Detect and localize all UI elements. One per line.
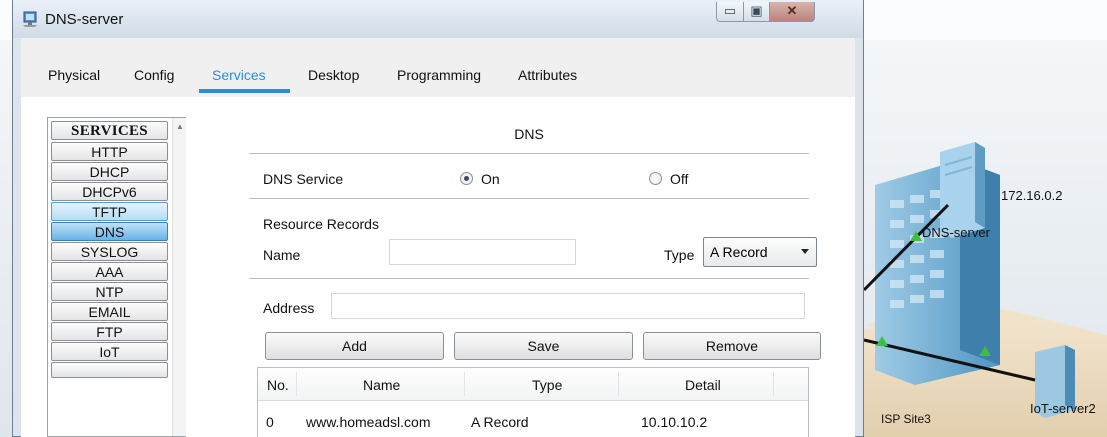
- type-select-value: A Record: [710, 244, 768, 260]
- record-name: www.homeadsl.com: [306, 414, 431, 430]
- services-scrollbar[interactable]: ▲: [172, 118, 186, 436]
- service-ntp[interactable]: NTP: [51, 282, 168, 301]
- tab-programming[interactable]: Programming: [397, 67, 481, 83]
- service-syslog[interactable]: SYSLOG: [51, 242, 168, 261]
- service-iot[interactable]: IoT: [51, 342, 168, 361]
- service-dhcpv6[interactable]: DHCPv6: [51, 182, 168, 201]
- column-name[interactable]: Name: [363, 377, 400, 393]
- dns-panel: DNS DNS Service On Off Resource Records …: [249, 97, 821, 437]
- divider: [249, 198, 809, 199]
- dns-service-label: DNS Service: [263, 171, 344, 187]
- service-aaa[interactable]: AAA: [51, 262, 168, 281]
- app-icon: [23, 11, 37, 27]
- service-dns[interactable]: DNS: [51, 222, 168, 241]
- dns-server-window: DNS-server ▭ ▣ ✕ Physical Config Service…: [12, 0, 864, 437]
- chevron-down-icon: [801, 249, 809, 254]
- minimize-button[interactable]: ▭: [716, 2, 744, 22]
- table-header: No. Name Type Detail: [258, 368, 808, 401]
- divider: [249, 153, 809, 154]
- remove-button[interactable]: Remove: [643, 332, 821, 360]
- window-titlebar[interactable]: DNS-server ▭ ▣ ✕: [13, 0, 863, 38]
- dns-server-node-label: DNS-server: [922, 225, 991, 240]
- tab-attributes[interactable]: Attributes: [518, 67, 577, 83]
- record-type: A Record: [471, 414, 529, 430]
- isp-site-label: ISP Site3: [881, 412, 931, 426]
- column-detail[interactable]: Detail: [685, 377, 721, 393]
- dns-off-radio[interactable]: [649, 172, 662, 185]
- services-header: SERVICES: [51, 121, 168, 140]
- add-button[interactable]: Add: [265, 332, 444, 360]
- service-more[interactable]: [51, 362, 168, 378]
- minimize-icon: ▭: [723, 3, 737, 18]
- services-list: SERVICES HTTP DHCP DHCPv6 TFTP DNS SYSLO…: [47, 117, 186, 437]
- dns-off-label[interactable]: Off: [670, 171, 688, 187]
- close-button[interactable]: ✕: [769, 2, 815, 22]
- service-dhcp[interactable]: DHCP: [51, 162, 168, 181]
- divider: [249, 278, 809, 279]
- tab-bar: Physical Config Services Desktop Program…: [21, 56, 593, 92]
- maximize-icon: ▣: [750, 3, 763, 18]
- tab-physical[interactable]: Physical: [48, 67, 100, 83]
- service-email[interactable]: EMAIL: [51, 302, 168, 321]
- record-detail: 10.10.10.2: [641, 414, 708, 430]
- maximize-button[interactable]: ▣: [743, 2, 770, 22]
- address-input[interactable]: [331, 293, 805, 319]
- type-select[interactable]: A Record: [703, 237, 817, 267]
- radio-selected-icon: [464, 176, 469, 181]
- scroll-up-icon[interactable]: ▲: [176, 122, 184, 131]
- ip-address-label: 172.16.0.2: [1001, 188, 1062, 203]
- records-table: No. Name Type Detail 0 www.homeadsl.com …: [257, 367, 809, 437]
- resource-records-heading: Resource Records: [263, 216, 379, 232]
- tab-desktop[interactable]: Desktop: [308, 67, 359, 83]
- window-title: DNS-server: [45, 11, 124, 28]
- service-tftp[interactable]: TFTP: [51, 202, 168, 221]
- column-no[interactable]: No.: [267, 377, 289, 393]
- service-http[interactable]: HTTP: [51, 142, 168, 161]
- services-content: SERVICES HTTP DHCP DHCPv6 TFTP DNS SYSLO…: [21, 97, 855, 437]
- address-label: Address: [263, 300, 315, 316]
- tab-config[interactable]: Config: [134, 67, 174, 83]
- dns-server-node[interactable]: [940, 142, 985, 238]
- record-no: 0: [266, 414, 274, 430]
- type-label: Type: [664, 247, 695, 263]
- dns-on-label[interactable]: On: [481, 171, 500, 187]
- dns-on-radio[interactable]: [460, 172, 473, 185]
- dns-title: DNS: [514, 126, 544, 142]
- column-type[interactable]: Type: [532, 377, 562, 393]
- iot-server-node-label: IoT-server2: [1030, 401, 1096, 416]
- tab-services[interactable]: Services: [212, 67, 266, 83]
- window-body: Physical Config Services Desktop Program…: [21, 38, 855, 437]
- table-row[interactable]: 0 www.homeadsl.com A Record 10.10.10.2: [258, 401, 808, 437]
- name-input[interactable]: [389, 239, 576, 265]
- save-button[interactable]: Save: [454, 332, 633, 360]
- active-tab-indicator: [199, 89, 290, 93]
- close-icon: ✕: [786, 3, 798, 18]
- service-ftp[interactable]: FTP: [51, 322, 168, 341]
- name-label: Name: [263, 247, 301, 263]
